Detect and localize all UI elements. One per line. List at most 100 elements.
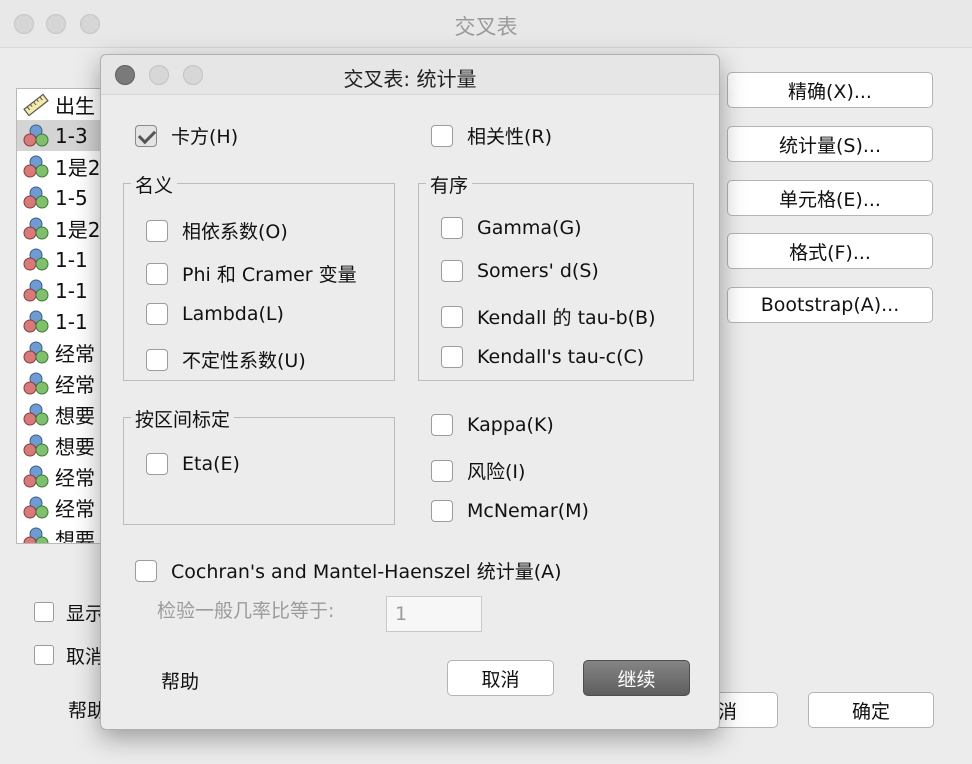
nominal-variable-icon [23,124,49,146]
uncertainty-coefficient-option[interactable]: 不定性系数(U) [146,346,306,373]
nominal-variable-icon [23,496,49,518]
variable-item[interactable]: 1-1 [17,244,107,275]
variable-item[interactable]: 经常 [17,337,107,368]
lambda-checkbox[interactable] [146,303,168,325]
variable-item[interactable]: 经常 [17,492,107,523]
help-button[interactable]: 帮助 [161,667,199,694]
eta-checkbox[interactable] [146,453,168,475]
kendall-tau-c-option[interactable]: Kendall's tau-c(C) [441,346,644,368]
kappa-checkbox[interactable] [431,414,453,436]
kendall-tau-c-checkbox[interactable] [441,346,463,368]
variable-item[interactable]: 1-5 [17,182,107,213]
nominal-variable-icon [23,217,49,239]
kendall-tau-b-checkbox[interactable] [441,305,463,328]
phi-cramer-option[interactable]: Phi 和 Cramer 变量 [146,260,357,287]
variable-label: 想要 [55,528,95,544]
eta-label: Eta(E) [182,453,240,475]
variable-label: 1-1 [55,247,88,272]
ruler-icon [23,93,49,116]
nominal-variable-icon [23,279,49,301]
kappa-option[interactable]: Kappa(K) [431,414,554,436]
variable-label: 1是2 [55,218,101,242]
phi-cramer-label: Phi 和 Cramer 变量 [182,264,357,286]
risk-checkbox[interactable] [431,459,453,482]
variable-item[interactable]: 1-1 [17,306,107,337]
mcnemar-option[interactable]: McNemar(M) [431,500,589,522]
cancel-button[interactable]: 取消 [447,660,554,696]
odds-ratio-input[interactable]: 1 [386,596,482,632]
mcnemar-checkbox[interactable] [431,500,453,522]
variable-item[interactable]: 1是2 [17,151,107,182]
dialog-title: 交叉表: 统计量 [343,67,477,91]
mcnemar-label: McNemar(M) [467,500,589,522]
somers-d-checkbox[interactable] [441,260,463,282]
contingency-coefficient-option[interactable]: 相依系数(O) [146,217,288,244]
variable-label: 想要 [55,435,95,459]
suppress-checkbox-label: 取消 [66,646,105,668]
dialog-titlebar: 交叉表: 统计量 [101,55,719,95]
nominal-variable-icon [23,527,49,543]
cochran-mantel-haenszel-label: Cochran's and Mantel-Haenszel 统计量(A) [171,561,562,583]
odds-ratio-label: 检验一般几率比等于: [157,600,335,622]
kendall-tau-b-label: Kendall 的 tau-b(B) [477,307,656,329]
ok-button[interactable]: 确定 [808,692,934,728]
cochran-mantel-haenszel-checkbox[interactable] [135,559,157,582]
ordinal-group-title: 有序 [426,171,473,198]
variable-item[interactable]: 经常 [17,368,107,399]
nominal-variable-icon [23,248,49,270]
variable-label: 1是2 [55,156,101,180]
somers-d-label: Somers' d(S) [477,260,599,282]
lambda-option[interactable]: Lambda(L) [146,303,284,325]
correlation-option[interactable]: 相关性(R) [431,122,552,149]
chi-square-option[interactable]: 卡方(H) [135,122,238,149]
nominal-variable-icon [23,310,49,332]
contingency-coefficient-checkbox[interactable] [146,219,168,242]
variable-label: 出生 [55,94,95,118]
cochran-mantel-haenszel-option[interactable]: Cochran's and Mantel-Haenszel 统计量(A) [135,557,562,584]
variable-label: 想要 [55,404,95,428]
kendall-tau-c-label: Kendall's tau-c(C) [477,346,645,368]
variable-list[interactable]: 出生 1-3 1是2 1-5 1是2 1-1 1-1 1-1 经常 经常 想要 … [16,88,108,544]
risk-label: 风险(I) [467,461,526,483]
variable-item[interactable]: 出生 [17,89,107,120]
variable-item[interactable]: 想要 [17,430,107,461]
correlation-checkbox[interactable] [431,124,453,147]
variable-item[interactable]: 经常 [17,461,107,492]
variable-item[interactable]: 想要 [17,523,107,544]
uncertainty-coefficient-label: 不定性系数(U) [182,350,306,372]
variable-item[interactable]: 1是2 [17,213,107,244]
kappa-label: Kappa(K) [467,414,554,436]
nominal-variable-icon [23,186,49,208]
variable-label: 经常 [55,373,95,397]
format-button[interactable]: 格式(F)... [727,233,933,269]
nominal-variable-icon [23,372,49,394]
continue-button[interactable]: 继续 [583,660,690,696]
chi-square-label: 卡方(H) [171,126,239,148]
kendall-tau-b-option[interactable]: Kendall 的 tau-b(B) [441,303,656,330]
bootstrap-button[interactable]: Bootstrap(A)... [727,287,933,323]
chi-square-checkbox[interactable] [135,124,157,147]
variable-label: 经常 [55,466,95,490]
risk-option[interactable]: 风险(I) [431,457,525,484]
variable-item[interactable]: 想要 [17,399,107,430]
display-checkbox-label: 显示 [66,603,105,625]
somers-d-option[interactable]: Somers' d(S) [441,260,599,282]
gamma-label: Gamma(G) [477,217,582,239]
window-title: 交叉表 [454,15,518,39]
phi-cramer-checkbox[interactable] [146,262,168,285]
suppress-checkbox[interactable] [34,645,54,665]
gamma-checkbox[interactable] [441,217,463,239]
variable-item[interactable]: 1-1 [17,275,107,306]
variable-label: 1-3 [55,123,88,148]
contingency-coefficient-label: 相依系数(O) [182,221,288,243]
statistics-button[interactable]: 统计量(S)... [727,126,933,162]
statistics-dialog: 交叉表: 统计量 卡方(H) 相关性(R) 名义 相依系数(O) Phi 和 C… [100,54,720,730]
eta-option[interactable]: Eta(E) [146,453,240,475]
variable-label: 1-5 [55,185,88,210]
display-checkbox[interactable] [34,602,54,622]
variable-item-selected[interactable]: 1-3 [17,120,107,151]
gamma-option[interactable]: Gamma(G) [441,217,582,239]
uncertainty-coefficient-checkbox[interactable] [146,348,168,371]
cells-button[interactable]: 单元格(E)... [727,180,933,216]
exact-button[interactable]: 精确(X)... [727,72,933,108]
